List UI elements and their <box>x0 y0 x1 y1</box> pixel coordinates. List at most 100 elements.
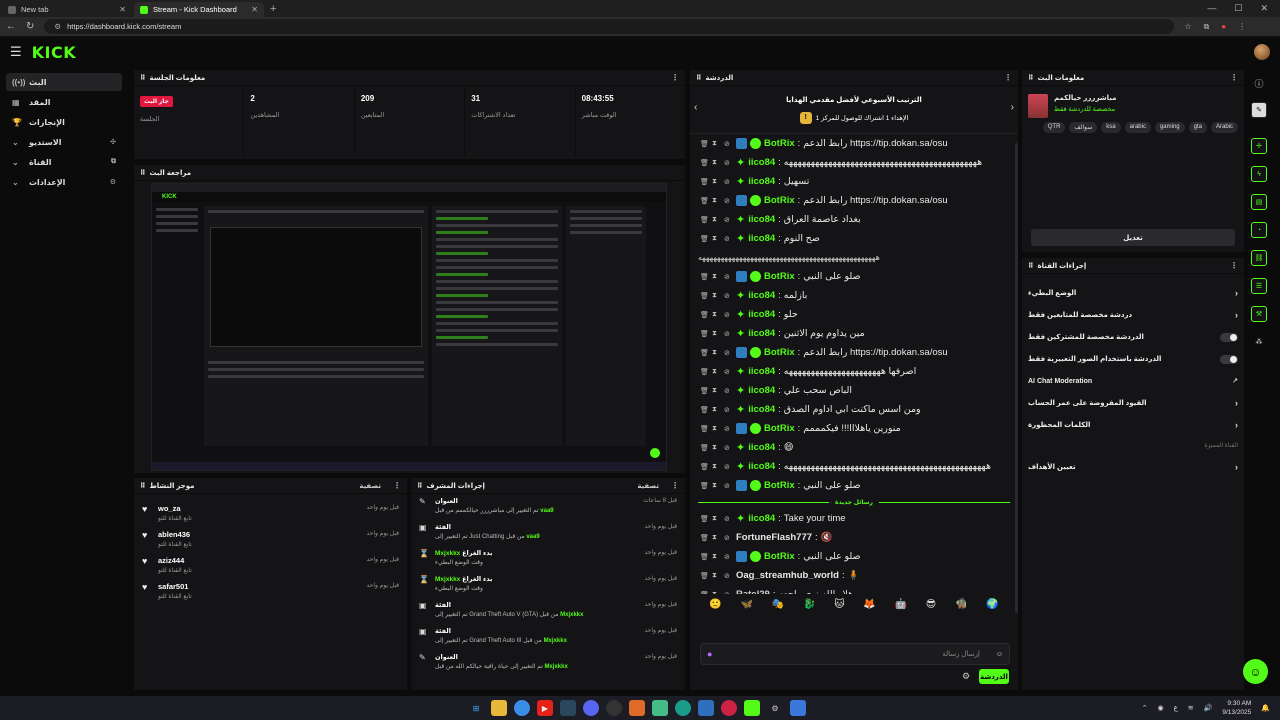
lightning-icon[interactable]: ϟ <box>1251 166 1267 182</box>
action-user[interactable]: Mxjxkkx <box>435 550 460 557</box>
ban-icon[interactable]: ⊘ <box>724 482 733 490</box>
chrome-icon[interactable] <box>514 700 530 716</box>
language-indicator[interactable]: ع <box>1174 704 1178 712</box>
chat-username[interactable]: iico84 <box>748 513 775 524</box>
delete-message-icon[interactable]: 🗑 <box>700 482 709 490</box>
delete-message-icon[interactable]: 🗑 <box>700 273 709 281</box>
wrench-icon[interactable]: ⚒ <box>1251 306 1267 322</box>
delete-message-icon[interactable]: 🗑 <box>700 406 709 414</box>
action-emote-only[interactable]: الدردشة باستخدام الصور التعبيرية فقط <box>1022 348 1244 370</box>
delete-message-icon[interactable]: 🗑 <box>700 591 709 595</box>
timeout-icon[interactable]: ⧗ <box>712 235 721 243</box>
stream-tag[interactable]: gta <box>1188 122 1207 133</box>
hamburger-menu-icon[interactable]: ☰ <box>10 44 22 60</box>
obs-icon[interactable] <box>606 700 622 716</box>
timeout-icon[interactable]: ⧗ <box>712 534 721 542</box>
sidebar-item-settings[interactable]: ⌄ الإعدادات ⚙ <box>6 173 122 191</box>
emote-button[interactable]: 🧌 <box>955 599 967 610</box>
chat-settings-gear-icon[interactable]: ⚙ <box>962 671 970 682</box>
notifications-icon[interactable]: 🔔 <box>1261 704 1270 712</box>
filter-button[interactable]: تصفية <box>637 482 659 490</box>
drag-handle-icon[interactable]: ⠿ <box>696 74 701 82</box>
clipboard-icon[interactable]: ▤ <box>1251 194 1267 210</box>
emote-button[interactable]: 🙂 <box>709 599 721 610</box>
action-user[interactable]: vaa9 <box>540 508 553 514</box>
timeout-icon[interactable]: ⧗ <box>712 482 721 490</box>
stream-preview-video[interactable]: KICK <box>151 183 667 471</box>
drag-handle-icon[interactable]: ⠿ <box>140 482 145 490</box>
more-icon[interactable]: ⋮ <box>1230 261 1238 270</box>
edge-icon[interactable] <box>675 700 691 716</box>
ban-icon[interactable]: ⊘ <box>724 591 733 595</box>
sidebar-item-stream[interactable]: ((•)) البث <box>6 73 122 91</box>
emote-button[interactable]: 🦊 <box>863 599 875 610</box>
more-icon[interactable]: ⋮ <box>393 481 401 490</box>
delete-message-icon[interactable]: 🗑 <box>700 292 709 300</box>
chevron-right-icon[interactable]: › <box>1011 102 1014 113</box>
stream-tag[interactable]: ksa <box>1101 122 1121 133</box>
emote-button[interactable]: 🌍 <box>986 599 998 610</box>
chat-username[interactable]: BotRix <box>764 423 795 434</box>
chat-username[interactable]: iico84 <box>748 214 775 225</box>
stream-tag[interactable]: gaming <box>1154 122 1185 133</box>
more-icon[interactable]: ⋮ <box>1004 73 1012 82</box>
chat-username[interactable]: iico84 <box>748 442 775 453</box>
chat-username[interactable]: BotRix <box>764 551 795 562</box>
chat-username[interactable]: BotRix <box>764 271 795 282</box>
help-chat-button[interactable]: ☺ <box>1243 659 1268 684</box>
chat-bubble-icon[interactable]: ◔ <box>1251 222 1267 238</box>
stream-tag[interactable]: سوالف <box>1069 122 1098 133</box>
delete-message-icon[interactable]: 🗑 <box>700 387 709 395</box>
ban-icon[interactable]: ⊘ <box>724 178 733 186</box>
delete-message-icon[interactable]: 🗑 <box>700 368 709 376</box>
delete-message-icon[interactable]: 🗑 <box>700 216 709 224</box>
ban-icon[interactable]: ⊘ <box>724 140 733 148</box>
emote-only-toggle[interactable] <box>1220 354 1238 364</box>
follower-name[interactable]: wo_za <box>158 504 192 513</box>
filter-button[interactable]: تصفية <box>359 482 381 490</box>
settings-icon[interactable]: ⚙ <box>767 700 783 716</box>
ban-icon[interactable]: ⊘ <box>724 515 733 523</box>
connections-icon[interactable]: ⁂ <box>1251 334 1267 350</box>
timeout-icon[interactable]: ⧗ <box>712 572 721 580</box>
chat-username[interactable]: iico84 <box>748 309 775 320</box>
emote-button[interactable]: 🤖 <box>895 599 907 610</box>
sidebar-item-achievements[interactable]: 🏆 الإنجازات <box>6 113 122 131</box>
ban-icon[interactable]: ⊘ <box>724 197 733 205</box>
drag-handle-icon[interactable]: ⠿ <box>1028 74 1033 82</box>
stream-tag[interactable]: Arabic <box>1210 122 1238 133</box>
profile-icon[interactable]: ● <box>1221 22 1226 32</box>
close-tab-icon[interactable]: ✕ <box>119 5 126 14</box>
chat-username[interactable]: FortuneFlash777 <box>736 532 812 543</box>
ban-icon[interactable]: ⊘ <box>724 425 733 433</box>
chat-username[interactable]: iico84 <box>748 404 775 415</box>
chat-username[interactable]: BotRix <box>764 195 795 206</box>
discord-icon[interactable] <box>583 700 599 716</box>
emote-button[interactable]: 🎭 <box>772 599 784 610</box>
delete-message-icon[interactable]: 🗑 <box>700 349 709 357</box>
timeout-icon[interactable]: ⧗ <box>712 553 721 561</box>
ban-icon[interactable]: ⊘ <box>724 349 733 357</box>
sidebar-item-studio[interactable]: ⌄ الاستديو ✣ <box>6 133 122 151</box>
drag-handle-icon[interactable]: ⠿ <box>1028 262 1033 270</box>
chat-username[interactable]: iico84 <box>748 176 775 187</box>
list-icon[interactable]: ☰ <box>1251 278 1267 294</box>
more-icon[interactable]: ⋮ <box>671 73 679 82</box>
new-tab-button[interactable]: + <box>264 3 282 17</box>
timeout-icon[interactable]: ⧗ <box>712 463 721 471</box>
ban-icon[interactable]: ⊘ <box>724 235 733 243</box>
action-user[interactable]: Mxjxkkx <box>544 664 567 670</box>
site-info-icon[interactable]: ⚙ <box>54 22 61 31</box>
youtube-icon[interactable]: ▶ <box>537 700 553 716</box>
delete-message-icon[interactable]: 🗑 <box>700 515 709 523</box>
action-user[interactable]: Mxjxkkx <box>560 612 583 618</box>
action-user[interactable]: Mxjxkkx <box>544 638 567 644</box>
timeout-icon[interactable]: ⧗ <box>712 330 721 338</box>
app-icon[interactable] <box>652 700 668 716</box>
browser-tab[interactable]: New tab ✕ <box>2 2 132 17</box>
app-icon[interactable] <box>721 700 737 716</box>
delete-message-icon[interactable]: 🗑 <box>700 140 709 148</box>
volume-icon[interactable]: 🔊 <box>1204 704 1213 712</box>
action-account-age[interactable]: القيود المفروضة على عمر الحساب › <box>1022 392 1244 414</box>
app-icon[interactable] <box>698 700 714 716</box>
